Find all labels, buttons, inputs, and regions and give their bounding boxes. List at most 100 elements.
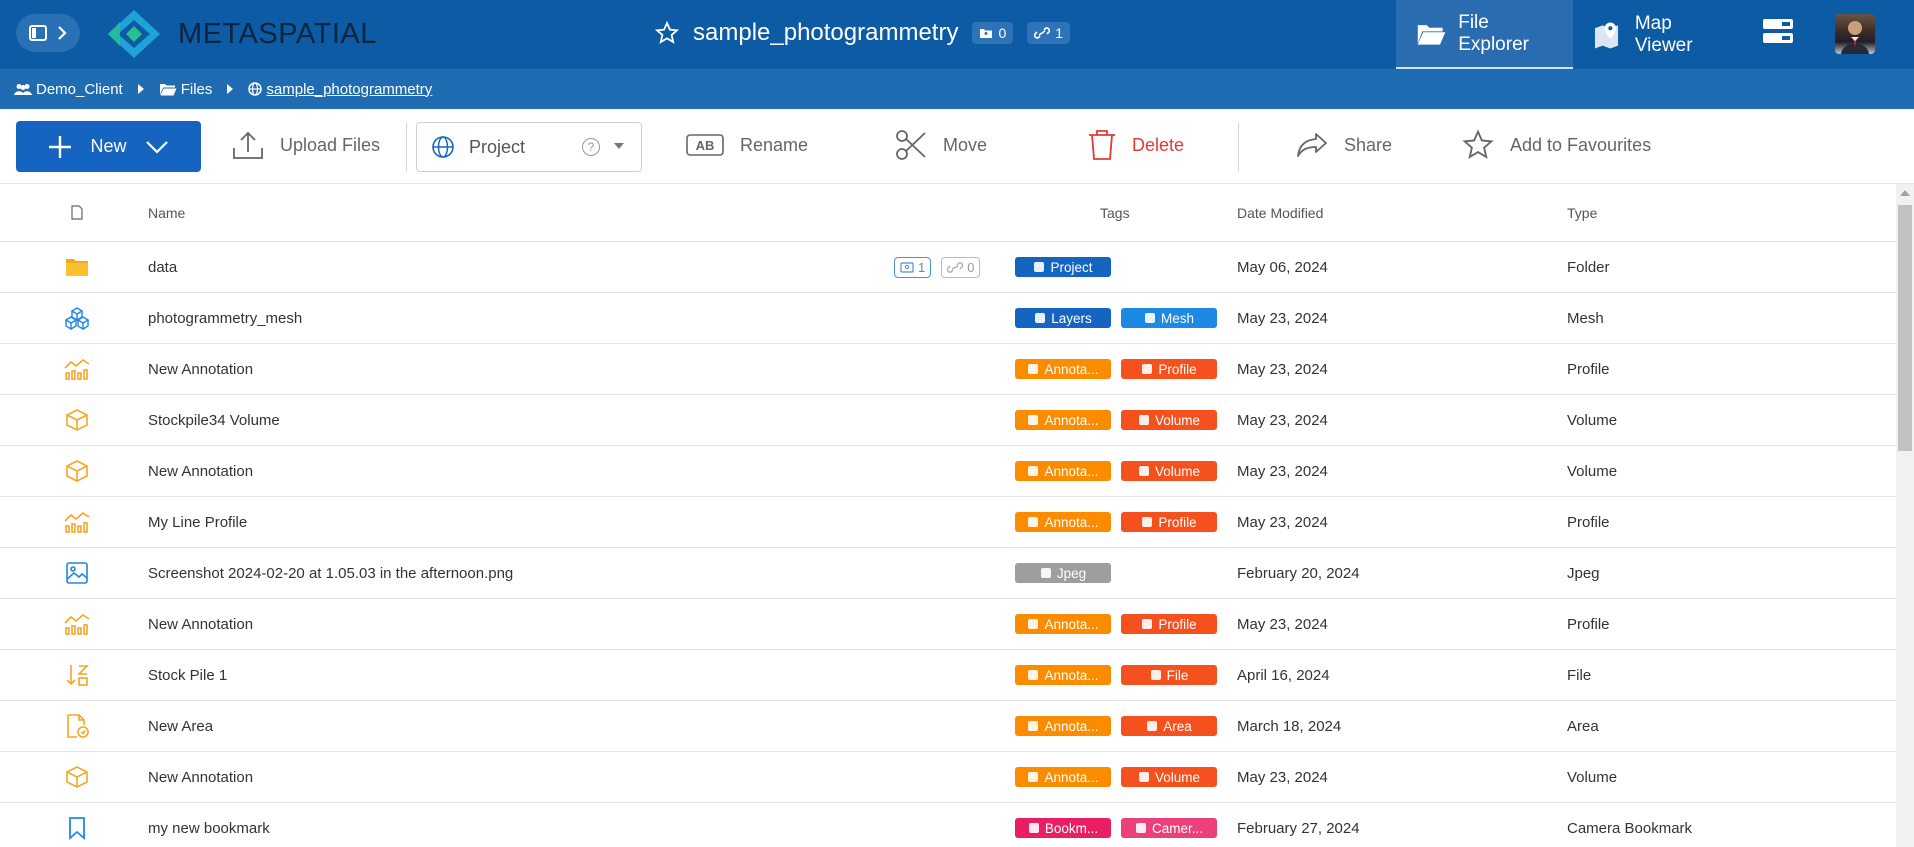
row-name[interactable]: New Area <box>148 701 213 751</box>
tag-chip[interactable]: Annota... <box>1015 410 1111 430</box>
row-type: Profile <box>1567 615 1610 633</box>
file-table: Name Tags Date Modified Type data 1 0 Proje… <box>0 184 1896 847</box>
tag-label: Annota... <box>1044 514 1099 530</box>
table-row[interactable]: New Annotation Annota... Profile May 23, 20… <box>0 599 1896 650</box>
row-link-count-badge[interactable]: 0 <box>941 257 981 278</box>
tag-chip[interactable]: Jpeg <box>1015 563 1111 583</box>
row-tags: Jpeg <box>1015 548 1111 598</box>
table-row[interactable]: photogrammetry_mesh Layers Mesh May 23, 202… <box>0 293 1896 344</box>
tag-chip[interactable]: Project <box>1015 257 1111 277</box>
tag-chip[interactable]: Annota... <box>1015 716 1111 736</box>
breadcrumb-client[interactable]: Demo_Client <box>14 81 123 98</box>
mesh-icon <box>62 293 92 343</box>
tag-icon <box>1141 363 1153 375</box>
share-button[interactable]: Share <box>1296 125 1392 165</box>
tag-chip[interactable]: Annota... <box>1015 665 1111 685</box>
row-name[interactable]: My Line Profile <box>148 497 247 547</box>
rename-button[interactable]: AB Rename <box>686 125 808 165</box>
help-icon[interactable]: ? <box>582 138 600 156</box>
row-name[interactable]: Stock Pile 1 <box>148 650 227 700</box>
tag-label: Profile <box>1158 514 1197 530</box>
table-row[interactable]: My Line Profile Annota... Profile May 23, 2… <box>0 497 1896 548</box>
header-file-icon-cell <box>62 184 92 241</box>
tag-chip[interactable]: Profile <box>1121 359 1217 379</box>
table-row[interactable]: Stockpile34 Volume Annota... Volume May 23,… <box>0 395 1896 446</box>
new-button[interactable]: New <box>16 121 201 172</box>
row-date-modified: March 18, 2024 <box>1237 717 1342 735</box>
add-to-favourites-button[interactable]: Add to Favourites <box>1462 125 1651 165</box>
row-name[interactable]: Stockpile34 Volume <box>148 395 280 445</box>
tag-chip[interactable]: Area <box>1121 716 1217 736</box>
breadcrumb-current-label: sample_photogrammetry <box>266 80 433 98</box>
table-row[interactable]: my new bookmark Bookm... Camer... February … <box>0 803 1896 847</box>
tag-chip[interactable]: Camer... <box>1121 818 1217 838</box>
row-name[interactable]: photogrammetry_mesh <box>148 293 302 343</box>
brand-logo[interactable]: METASPATIAL <box>100 8 377 60</box>
row-name[interactable]: Screenshot 2024-02-20 at 1.05.03 in the … <box>148 548 513 598</box>
scrollbar-thumb[interactable] <box>1898 205 1912 451</box>
tag-chip[interactable]: Annota... <box>1015 359 1111 379</box>
header-type[interactable]: Type <box>1567 184 1597 241</box>
tag-chip[interactable]: File <box>1121 665 1217 685</box>
star-outline-icon[interactable] <box>655 21 679 45</box>
tag-chip[interactable]: Annota... <box>1015 461 1111 481</box>
row-file-count: 1 <box>918 260 926 275</box>
tag-icon <box>1028 822 1040 834</box>
tag-icon <box>1141 516 1153 528</box>
tag-chip[interactable]: Bookm... <box>1015 818 1111 838</box>
tag-chip[interactable]: Volume <box>1121 767 1217 787</box>
tag-chip[interactable]: Annota... <box>1015 767 1111 787</box>
table-row[interactable]: New Area Annota... Area March 18, 2024 Area <box>0 701 1896 752</box>
row-name[interactable]: New Annotation <box>148 344 253 394</box>
table-row[interactable]: New Annotation Annota... Volume May 23, 202… <box>0 752 1896 803</box>
row-name[interactable]: New Annotation <box>148 752 253 802</box>
move-button[interactable]: Move <box>895 125 987 165</box>
header-date-modified[interactable]: Date Modified <box>1237 184 1323 241</box>
tab-map-viewer[interactable]: Map Viewer <box>1574 0 1751 69</box>
table-row[interactable]: Screenshot 2024-02-20 at 1.05.03 in the … <box>0 548 1896 599</box>
upload-files-label: Upload Files <box>280 134 381 155</box>
upload-files-button[interactable]: Upload Files <box>232 125 380 165</box>
row-type: Volume <box>1567 462 1618 480</box>
breadcrumb-current[interactable]: sample_photogrammetry <box>248 81 432 98</box>
table-row[interactable]: data 1 0 Project May 06, 2024 Folder <box>0 242 1896 293</box>
tag-chip[interactable]: Profile <box>1121 614 1217 634</box>
file-count-badge[interactable]: 0 <box>972 22 1014 44</box>
tag-label: Annota... <box>1044 463 1099 479</box>
table-row[interactable]: New Annotation Annota... Profile May 23, 20… <box>0 344 1896 395</box>
row-file-count-badge[interactable]: 1 <box>894 257 932 278</box>
tag-chip[interactable]: Profile <box>1121 512 1217 532</box>
apps-menu-button[interactable] <box>1762 18 1798 50</box>
row-type: Profile <box>1567 360 1610 378</box>
project-select[interactable]: Project ? <box>416 122 642 172</box>
table-row[interactable]: Stock Pile 1 Annota... File April 16, 2024 F… <box>0 650 1896 701</box>
tag-chip[interactable]: Mesh <box>1121 308 1217 328</box>
tab-file-explorer[interactable]: File Explorer <box>1396 0 1573 69</box>
row-name[interactable]: data <box>148 242 177 292</box>
sidebar-toggle-button[interactable] <box>16 14 80 52</box>
tag-chip[interactable]: Volume <box>1121 410 1217 430</box>
row-link-count: 0 <box>967 260 975 275</box>
row-name[interactable]: New Annotation <box>148 446 253 496</box>
breadcrumb-files[interactable]: Files <box>159 81 212 98</box>
scroll-up-arrow-icon[interactable] <box>1900 190 1910 196</box>
tag-chip[interactable]: Volume <box>1121 461 1217 481</box>
link-count-badge[interactable]: 1 <box>1027 22 1071 44</box>
header-tags[interactable]: Tags <box>1100 184 1130 241</box>
rename-ab-icon: AB <box>686 134 724 156</box>
tag-chip[interactable]: Annota... <box>1015 614 1111 634</box>
folder-icon <box>62 242 92 292</box>
row-name[interactable]: New Annotation <box>148 599 253 649</box>
table-row[interactable]: New Annotation Annota... Volume May 23, 202… <box>0 446 1896 497</box>
delete-button[interactable]: Delete <box>1088 125 1184 165</box>
volume-cube-icon <box>62 446 92 496</box>
user-avatar[interactable] <box>1835 14 1875 54</box>
row-date-modified: May 23, 2024 <box>1237 615 1328 633</box>
row-name[interactable]: my new bookmark <box>148 803 270 847</box>
tag-chip[interactable]: Layers <box>1015 308 1111 328</box>
header-name[interactable]: Name <box>148 184 185 241</box>
row-date-modified: May 06, 2024 <box>1237 258 1328 276</box>
tag-chip[interactable]: Annota... <box>1015 512 1111 532</box>
vertical-scrollbar[interactable] <box>1896 184 1914 847</box>
folder-open-icon <box>1417 24 1446 45</box>
